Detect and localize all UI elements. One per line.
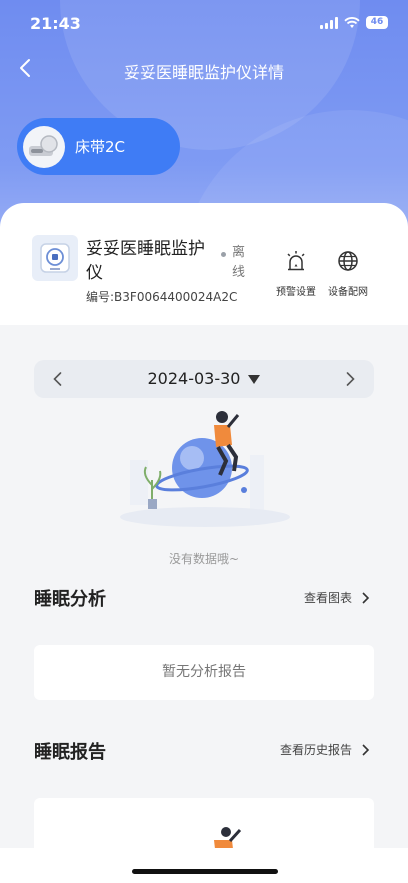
status-time: 21:43	[30, 14, 81, 33]
alarm-light-icon	[287, 251, 305, 271]
page-title: 妥妥医睡眠监护仪详情	[123, 63, 284, 82]
device-network-button[interactable]: 设备配网	[318, 249, 378, 298]
device-serial: 编号:B3F0064400024A2C	[86, 290, 238, 304]
monitor-device-icon	[32, 235, 78, 281]
device-name: 妥妥医睡眠监护仪	[86, 239, 205, 283]
wifi-icon	[344, 16, 360, 28]
date-picker: 2024-03-30	[34, 360, 374, 398]
cellular-signal-icon	[320, 16, 338, 29]
alert-settings-button[interactable]: 预警设置	[266, 249, 326, 298]
device-tab-label: 床带2C	[75, 138, 126, 156]
device-info-card: 妥妥医睡眠监护仪 编号:B3F0064400024A2C 离线 预警设置 设备配…	[0, 203, 408, 325]
home-indicator	[132, 869, 278, 874]
bottom-safe-area	[0, 848, 408, 883]
view-history-report-label: 查看历史报告	[279, 743, 352, 757]
selected-date: 2024-03-30	[147, 369, 241, 388]
view-chart-link[interactable]: 查看图表	[304, 589, 370, 606]
battery-icon: 46	[366, 16, 388, 29]
empty-data-illustration	[120, 411, 290, 527]
device-status: 离线	[221, 243, 248, 283]
device-tab-bed-strap[interactable]: 床带2C	[17, 118, 180, 175]
view-chart-label: 查看图表	[303, 591, 352, 605]
date-selector[interactable]: 2024-03-30	[34, 369, 374, 388]
sleep-analysis-card: 暂无分析报告	[34, 645, 374, 700]
chevron-right-icon	[362, 743, 370, 756]
bed-strap-device-icon	[23, 125, 65, 168]
sleep-analysis-title: 睡眠分析	[34, 589, 106, 610]
sleep-report-title: 睡眠报告	[34, 742, 106, 763]
no-analysis-text: 暂无分析报告	[162, 664, 246, 680]
globe-icon	[338, 251, 358, 271]
chevron-right-icon[interactable]	[340, 369, 360, 389]
alert-settings-label: 预警设置	[276, 287, 316, 298]
caret-down-icon	[248, 375, 261, 384]
chevron-right-icon	[362, 591, 370, 604]
offline-dot-icon	[221, 252, 226, 257]
view-history-report-link[interactable]: 查看历史报告	[280, 741, 370, 758]
status-bar: 21:43 46	[0, 0, 408, 46]
empty-data-text: 没有数据哦~	[168, 552, 240, 566]
device-network-label: 设备配网	[328, 287, 368, 298]
device-status-text: 离线	[232, 245, 246, 280]
